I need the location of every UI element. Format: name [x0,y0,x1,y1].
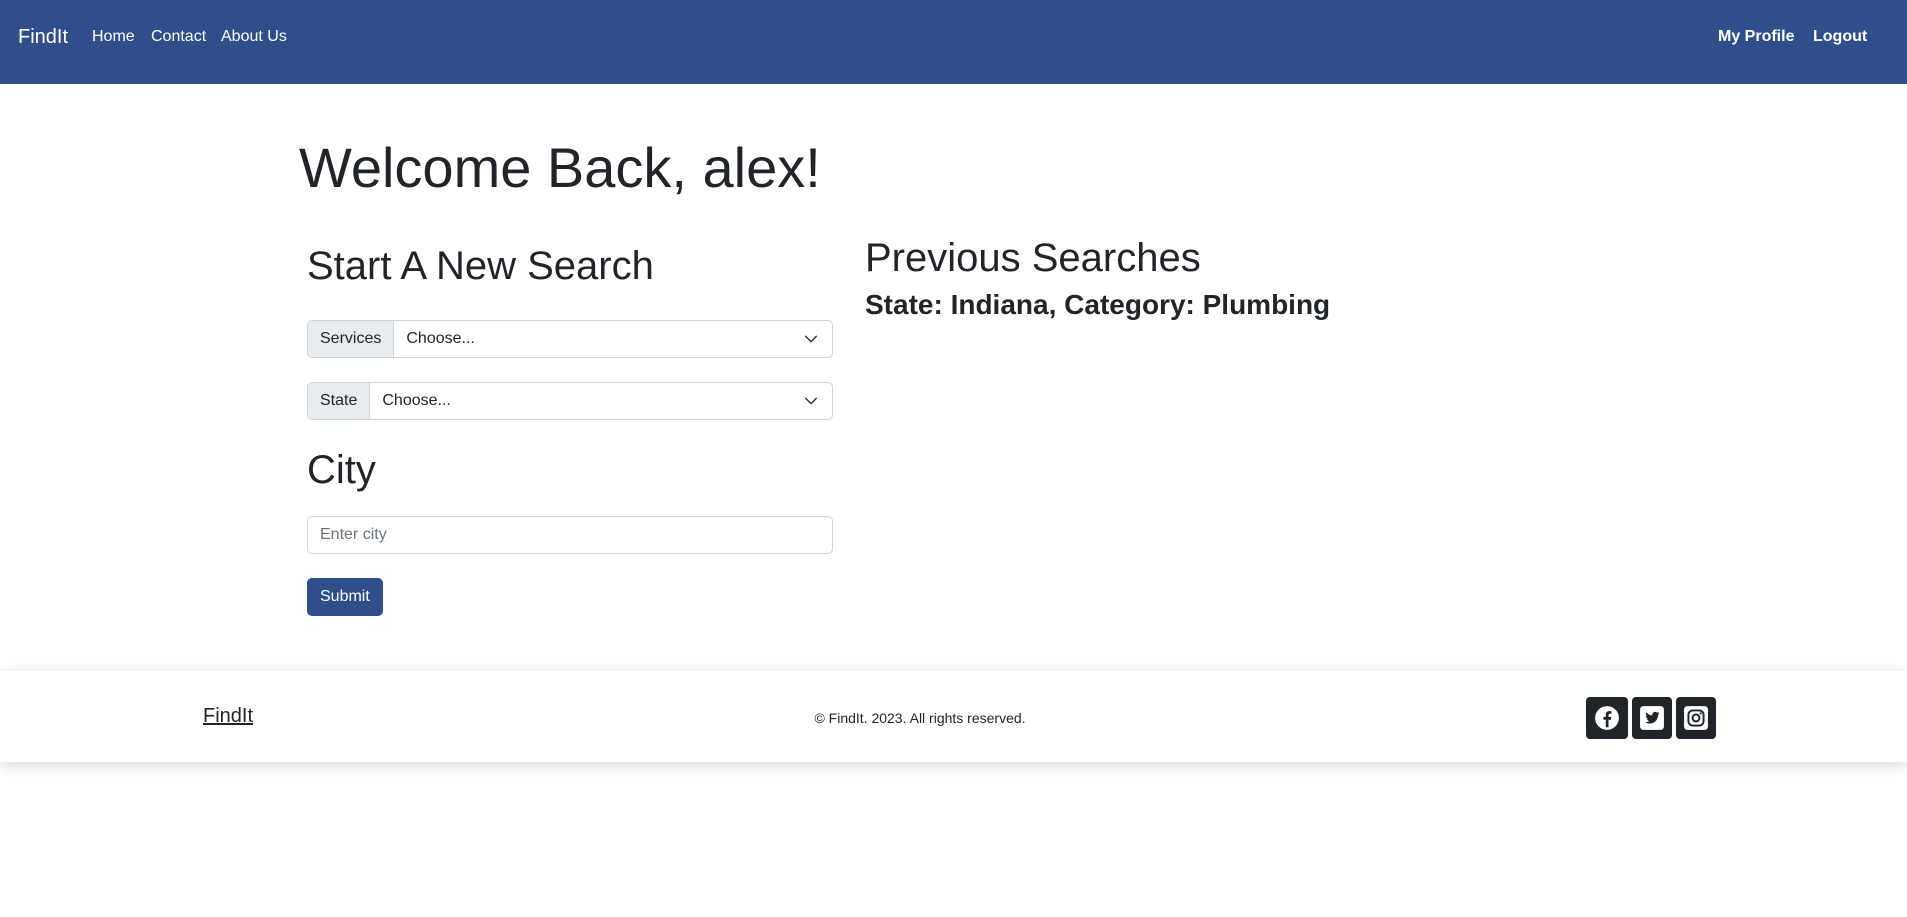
welcome-heading: Welcome Back, alex! [299,136,821,199]
instagram-icon[interactable] [1676,697,1716,739]
copyright-text: © FindIt. 2023. All rights reserved. [814,710,1026,726]
navbar-brand[interactable]: FindIt [18,24,68,50]
previous-searches-title: Previous Searches [865,236,1201,280]
state-selected-value: Choose... [382,392,451,409]
nav-link-contact[interactable]: Contact [151,26,206,48]
city-title: City [307,448,376,492]
services-selected-value: Choose... [406,330,475,347]
state-select[interactable]: Choose... [370,383,832,419]
nav-link-logout[interactable]: Logout [1813,26,1867,48]
nav-link-my-profile[interactable]: My Profile [1718,26,1794,48]
services-select[interactable]: Choose... [394,321,832,357]
services-select-group: Services Choose... [307,320,833,358]
services-label: Services [308,321,395,357]
city-input[interactable] [307,516,833,554]
top-navbar: FindIt Home Contact About Us My Profile … [0,0,1907,84]
nav-link-home[interactable]: Home [92,26,135,48]
nav-link-about-us[interactable]: About Us [221,26,287,48]
state-select-group: State Choose... [307,382,833,420]
state-label: State [308,383,371,419]
submit-button[interactable]: Submit [307,578,383,616]
chevron-down-icon [804,335,818,343]
previous-search-item[interactable]: State: Indiana, Category: Plumbing [865,287,1330,323]
twitter-icon[interactable] [1632,697,1672,739]
new-search-title: Start A New Search [307,244,654,288]
chevron-down-icon [804,397,818,405]
footer: FindIt © FindIt. 2023. All rights reserv… [0,670,1907,762]
facebook-icon[interactable] [1586,697,1628,739]
